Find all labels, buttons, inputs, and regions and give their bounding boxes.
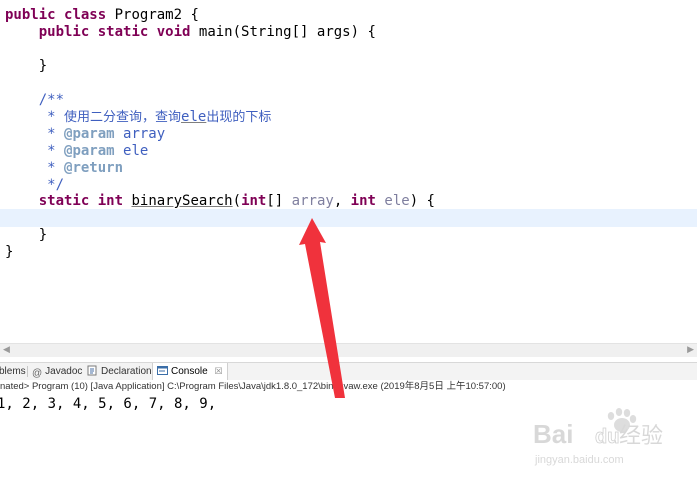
code-token: int: [350, 193, 376, 209]
code-token: 出现的下标: [206, 110, 272, 125]
code-token: Program2 {: [106, 7, 199, 23]
code-token: *: [5, 160, 65, 176]
code-editor[interactable]: public class Program2 { public static vo…: [0, 0, 697, 343]
scroll-left-arrow-icon[interactable]: ◀: [3, 345, 10, 355]
editor-horizontal-scrollbar[interactable]: ◀ ▶: [0, 343, 697, 357]
tab-console[interactable]: Console ☒: [152, 363, 228, 381]
code-line[interactable]: public static void main(String[] args) {: [5, 24, 376, 41]
current-line-highlight: [0, 209, 697, 227]
code-token: array: [114, 126, 166, 142]
code-token: @param: [64, 143, 115, 159]
code-token: }: [5, 58, 48, 74]
screen: public class Program2 { public static vo…: [0, 0, 697, 483]
code-token: int: [97, 193, 124, 209]
code-line[interactable]: * @param array: [5, 126, 165, 143]
code-line[interactable]: /**: [5, 92, 64, 109]
code-token: void: [156, 24, 191, 40]
code-line[interactable]: * @param ele: [5, 143, 148, 160]
code-token: static: [97, 24, 149, 40]
code-token: ele: [114, 143, 149, 159]
code-line[interactable]: public class Program2 {: [5, 7, 199, 24]
code-token: static: [38, 193, 90, 209]
tab-divider: [27, 366, 28, 377]
code-token: binarySearch: [131, 193, 233, 209]
code-token: class: [64, 7, 107, 23]
code-line[interactable]: * 使用二分查询，查询ele出现的下标: [5, 109, 271, 126]
code-token: ele: [181, 109, 207, 125]
code-token: *: [5, 143, 65, 159]
tab-problems[interactable]: blems: [0, 363, 26, 380]
tab-console-label: Console: [171, 366, 208, 377]
code-token: }: [5, 244, 14, 260]
code-token: @return: [64, 160, 124, 176]
tab-problems-label: blems: [0, 366, 26, 377]
code-token: ,: [333, 193, 351, 209]
code-token: }: [5, 227, 48, 243]
code-token: *: [5, 126, 65, 142]
code-line[interactable]: }: [5, 244, 13, 261]
code-line[interactable]: }: [5, 58, 47, 75]
code-token: @param: [64, 126, 115, 142]
code-token: public: [5, 7, 56, 23]
code-token: */: [5, 177, 65, 193]
scroll-right-arrow-icon[interactable]: ▶: [687, 345, 694, 355]
code-token: public: [38, 24, 90, 40]
code-token: *: [5, 109, 65, 125]
tab-javadoc[interactable]: @ Javadoc: [32, 363, 82, 380]
code-token: array: [291, 193, 334, 209]
declaration-icon: [87, 365, 97, 376]
code-token: (: [232, 193, 242, 209]
code-token: ele: [384, 193, 410, 209]
code-token: int: [241, 193, 267, 209]
console-output: 1, 2, 3, 4, 5, 6, 7, 8, 9,: [0, 396, 217, 412]
code-token: main(String[] args) {: [190, 24, 376, 40]
code-line[interactable]: */: [5, 177, 64, 194]
at-sign-icon: @: [32, 368, 43, 379]
code-token: []: [266, 193, 292, 209]
tab-declaration-label: Declaration: [101, 366, 152, 377]
code-token: ) {: [409, 193, 435, 209]
code-token: 使用二分查询，查询: [64, 110, 182, 125]
console-icon: [157, 366, 168, 375]
console-header: nated> Program (10) [Java Application] C…: [0, 381, 506, 392]
code-line[interactable]: }: [5, 227, 47, 244]
bottom-panel-tabs: blems @ Javadoc Declaration Console ☒: [0, 362, 697, 381]
code-line[interactable]: * @return: [5, 160, 123, 177]
tab-javadoc-label: Javadoc: [45, 366, 83, 377]
tab-declaration[interactable]: Declaration: [87, 363, 152, 380]
console-view[interactable]: nated> Program (10) [Java Application] C…: [0, 380, 697, 483]
code-token: /**: [5, 92, 65, 108]
close-tab-icon[interactable]: ☒: [214, 366, 222, 376]
code-line[interactable]: static int binarySearch(int[] array, int…: [5, 193, 435, 210]
